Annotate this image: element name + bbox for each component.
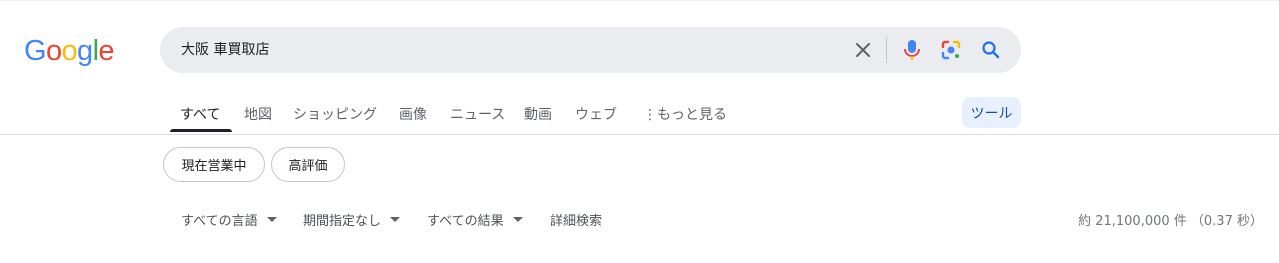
logo-letter: o <box>61 34 78 67</box>
tools-button[interactable]: ツール <box>962 97 1021 128</box>
tab-shopping[interactable]: ショッピング <box>293 104 377 124</box>
tab-news[interactable]: ニュース <box>450 104 505 124</box>
logo-letter: G <box>24 34 47 67</box>
search-divider <box>886 37 887 63</box>
logo-letter: g <box>77 34 93 67</box>
mic-icon[interactable] <box>900 38 924 62</box>
tab-more-label: もっと見る <box>657 107 727 123</box>
result-stats: 約 21,100,000 件 （0.37 秒） <box>1078 214 1263 229</box>
caret-down-icon <box>266 217 277 222</box>
close-icon[interactable] <box>851 38 875 62</box>
filter-language-label: すべての言語 <box>181 214 258 229</box>
caret-down-icon <box>390 217 401 222</box>
google-logo[interactable]: G o o g l e <box>24 35 116 67</box>
filter-results-label: すべての結果 <box>427 214 504 229</box>
chip-open-now[interactable]: 現在営業中 <box>163 147 265 182</box>
filter-results[interactable]: すべての結果 <box>427 210 523 229</box>
filter-language[interactable]: すべての言語 <box>181 210 277 229</box>
lens-icon[interactable] <box>939 38 963 62</box>
search-bar[interactable]: 大阪 車買取店 <box>160 27 1021 73</box>
tab-maps[interactable]: 地図 <box>244 104 272 124</box>
active-tab-indicator <box>170 129 232 132</box>
logo-letter: o <box>45 34 62 67</box>
filter-time[interactable]: 期間指定なし <box>303 210 401 229</box>
tab-web[interactable]: ウェブ <box>575 104 617 124</box>
search-icon[interactable] <box>979 38 1003 62</box>
tab-images[interactable]: 画像 <box>399 104 427 124</box>
filter-time-label: 期間指定なし <box>303 214 382 229</box>
top-border <box>0 0 1279 1</box>
tab-all[interactable]: すべて <box>180 104 220 124</box>
caret-down-icon <box>512 217 523 222</box>
advanced-search-link[interactable]: 詳細検索 <box>550 210 602 229</box>
more-vert-icon: ⋮ <box>643 107 657 123</box>
search-input[interactable]: 大阪 車買取店 <box>181 39 269 59</box>
tab-more[interactable]: ⋮もっと見る <box>643 104 727 124</box>
logo-letter: e <box>98 34 114 67</box>
chip-top-rated[interactable]: 高評価 <box>271 147 345 182</box>
tab-videos[interactable]: 動画 <box>524 104 552 124</box>
advanced-search-label: 詳細検索 <box>550 214 603 229</box>
tabs-divider <box>0 134 1279 135</box>
